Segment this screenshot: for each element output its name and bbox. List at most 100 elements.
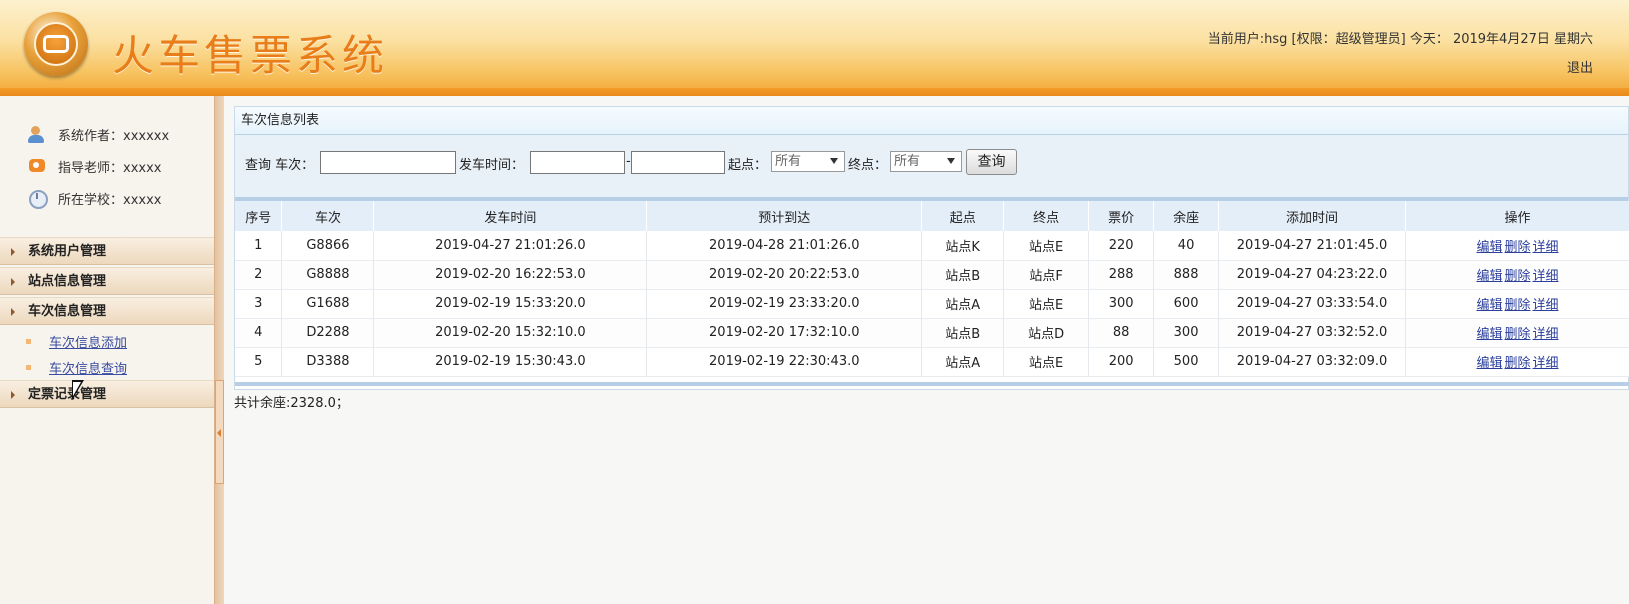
chevron-right-icon (11, 278, 15, 286)
table-row: 5 D3388 2019-02-19 15:30:43.0 2019-02-19 22… (235, 347, 1629, 377)
cell-end: 站点E (1003, 231, 1090, 261)
dropdown-arrow-icon (830, 158, 838, 164)
header-divider (0, 88, 1629, 96)
table-bottom-bar (235, 382, 1629, 386)
column-header: 预计到达 (646, 201, 923, 231)
author-text: 系统作者：xxxxxx (58, 128, 170, 144)
school-info: 所在学校：xxxxx (28, 188, 162, 209)
sidebar-collapse-handle[interactable] (215, 380, 224, 484)
start-station-label: 起点： (728, 158, 768, 173)
cell-train-no: D2288 (281, 318, 375, 348)
column-header: 终点 (1003, 201, 1090, 231)
sidebar-splitter[interactable] (214, 96, 224, 604)
edit-link[interactable]: 编辑 (1476, 298, 1502, 313)
school-text: 所在学校：xxxxx (58, 192, 162, 208)
submenu-add-train[interactable]: 车次信息添加 (26, 331, 127, 351)
submenu-label: 车次信息查询 (49, 361, 128, 377)
delete-link[interactable]: 删除 (1504, 240, 1530, 255)
column-header: 起点 (921, 201, 1005, 231)
delete-link[interactable]: 删除 (1504, 327, 1530, 342)
sidebar: 系统作者：xxxxxx 指导老师：xxxxx 所在学校：xxxxx 系统用户管理… (0, 96, 214, 604)
menu-label: 定票记录管理 (28, 387, 107, 402)
menu-station-management[interactable]: 站点信息管理 (0, 267, 214, 295)
depart-time-label: 发车时间： (459, 158, 525, 173)
column-header: 序号 (235, 201, 283, 231)
menu-train-management[interactable]: 车次信息管理 (0, 297, 214, 325)
cell-actions: 编辑 删除 详细 (1405, 260, 1629, 290)
detail-link[interactable]: 详细 (1533, 240, 1559, 255)
depart-to-input[interactable] (631, 151, 725, 174)
cell-price: 200 (1088, 347, 1155, 377)
menu-label: 站点信息管理 (28, 274, 107, 289)
cell-price: 300 (1088, 289, 1155, 319)
table-row: 2 G8888 2019-02-20 16:22:53.0 2019-02-20 20… (235, 260, 1629, 290)
cell-price: 88 (1088, 318, 1155, 348)
edit-link[interactable]: 编辑 (1476, 240, 1502, 255)
cell-depart-time: 2019-04-27 21:01:26.0 (373, 231, 648, 261)
cell-seats: 40 (1153, 231, 1220, 261)
table-header-row: 序号 车次 发车时间 预计到达 起点 终点 票价 余座 添加时间 操作 (235, 201, 1629, 231)
edit-link[interactable]: 编辑 (1476, 327, 1502, 342)
header-bar: 火车售票系统 当前用户:hsg [权限：超级管理员] 今天： 2019年4月27… (0, 0, 1629, 92)
menu-user-management[interactable]: 系统用户管理 (0, 237, 214, 265)
search-button[interactable]: 查询 (966, 149, 1017, 175)
chevron-right-icon (11, 248, 15, 256)
range-separator: - (626, 154, 631, 169)
detail-link[interactable]: 详细 (1533, 269, 1559, 284)
bullet-icon (26, 364, 31, 370)
cell-index: 1 (235, 231, 283, 261)
cell-index: 2 (235, 260, 283, 290)
teacher-icon (28, 157, 48, 175)
column-header: 余座 (1153, 201, 1220, 231)
end-station-select[interactable]: 所有 (890, 151, 962, 172)
detail-link[interactable]: 详细 (1533, 327, 1559, 342)
train-no-input[interactable] (320, 151, 456, 174)
cell-added-time: 2019-04-27 04:23:22.0 (1218, 260, 1406, 290)
delete-link[interactable]: 删除 (1504, 356, 1530, 371)
cell-end: 站点D (1003, 318, 1090, 348)
chevron-right-icon (11, 308, 15, 316)
cell-actions: 编辑 删除 详细 (1405, 347, 1629, 377)
delete-link[interactable]: 删除 (1504, 298, 1530, 313)
teacher-text: 指导老师：xxxxx (58, 160, 162, 176)
train-table: 序号 车次 发车时间 预计到达 起点 终点 票价 余座 添加时间 操作 1 G8866 2019-04… (235, 201, 1629, 377)
train-list-panel: 车次信息列表 查询 车次： 发车时间： - 起点： 所有 终点： 所有 查询 序… (234, 106, 1629, 390)
cell-actions: 编辑 删除 详细 (1405, 318, 1629, 348)
detail-link[interactable]: 详细 (1533, 298, 1559, 313)
end-station-value: 所有 (894, 154, 921, 169)
train-no-label: 查询 车次： (245, 158, 315, 173)
start-station-value: 所有 (775, 154, 802, 169)
edit-link[interactable]: 编辑 (1476, 356, 1502, 371)
cell-end: 站点E (1003, 347, 1090, 377)
detail-link[interactable]: 详细 (1533, 356, 1559, 371)
cell-start: 站点B (921, 260, 1005, 290)
cell-depart-time: 2019-02-20 16:22:53.0 (373, 260, 648, 290)
search-bar: 查询 车次： 发车时间： - 起点： 所有 终点： 所有 查询 (235, 135, 1628, 201)
column-header: 票价 (1088, 201, 1155, 231)
menu-booking-management[interactable]: 定票记录管理 (0, 380, 214, 408)
chevron-right-icon (11, 391, 15, 399)
depart-from-input[interactable] (530, 151, 625, 174)
cell-index: 5 (235, 347, 283, 377)
cell-depart-time: 2019-02-19 15:30:43.0 (373, 347, 648, 377)
column-header: 添加时间 (1218, 201, 1406, 231)
submenu-query-train[interactable]: 车次信息查询 (26, 357, 127, 377)
cell-price: 288 (1088, 260, 1155, 290)
app-title: 火车售票系统 (112, 31, 389, 80)
menu-label: 系统用户管理 (28, 244, 107, 259)
start-station-select[interactable]: 所有 (771, 151, 845, 172)
edit-link[interactable]: 编辑 (1476, 269, 1502, 284)
cell-start: 站点K (921, 231, 1005, 261)
cell-depart-time: 2019-02-20 15:32:10.0 (373, 318, 648, 348)
cell-index: 3 (235, 289, 283, 319)
table-row: 3 G1688 2019-02-19 15:33:20.0 2019-02-19 23… (235, 289, 1629, 319)
app-logo (24, 12, 88, 76)
cell-actions: 编辑 删除 详细 (1405, 289, 1629, 319)
delete-link[interactable]: 删除 (1504, 269, 1530, 284)
logout-link[interactable]: 退出 (1567, 57, 1593, 76)
dropdown-arrow-icon (947, 158, 955, 164)
cell-added-time: 2019-04-27 21:01:45.0 (1218, 231, 1406, 261)
cell-arrive-time: 2019-02-19 23:33:20.0 (646, 289, 923, 319)
cell-actions: 编辑 删除 详细 (1405, 231, 1629, 261)
end-station-label: 终点： (848, 158, 888, 173)
